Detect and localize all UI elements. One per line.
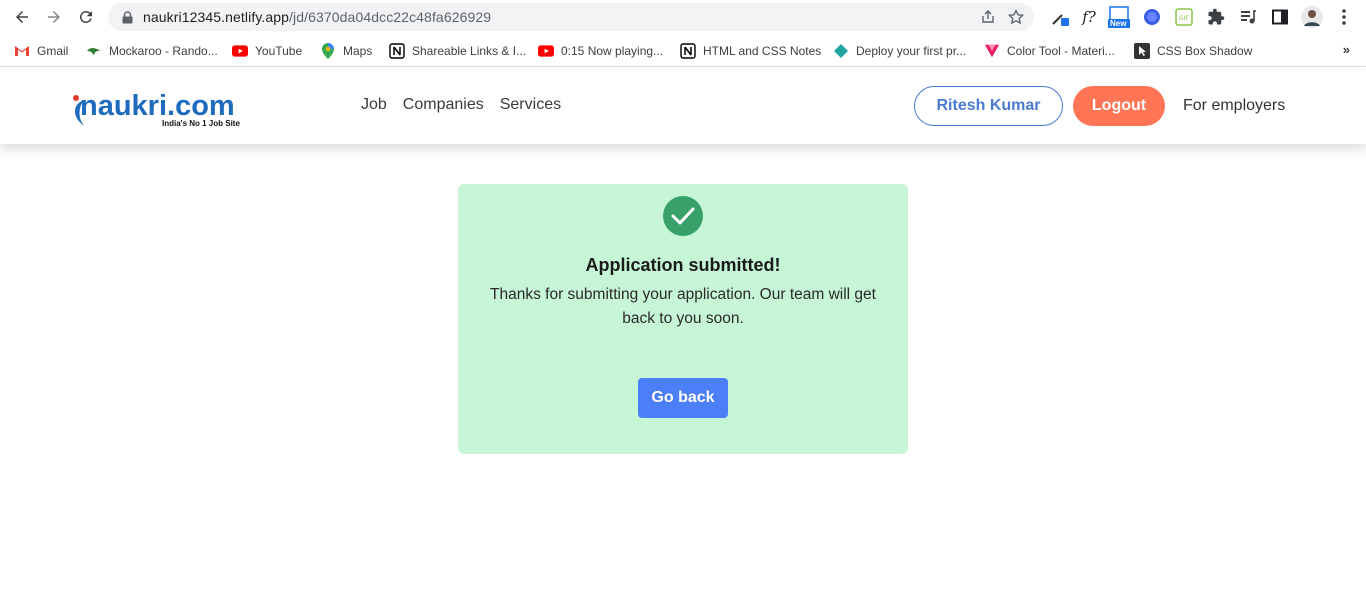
- browser-toolbar: naukri12345.netlify.app/jd/6370da04dcc22…: [0, 0, 1366, 34]
- success-message: Thanks for submitting your application. …: [490, 286, 876, 327]
- user-profile-button[interactable]: Ritesh Kumar: [914, 86, 1063, 126]
- main-nav: Job Companies Services: [361, 96, 561, 114]
- naukri-logo[interactable]: naukri.com India's No 1 Job Site: [70, 90, 260, 132]
- bookmark-gmail[interactable]: Gmail: [14, 42, 68, 60]
- address-bar[interactable]: naukri12345.netlify.app/jd/6370da04dcc22…: [108, 3, 1034, 31]
- url-text: naukri12345.netlify.app/jd/6370da04dcc22…: [143, 9, 491, 25]
- blue-circle-extension-icon[interactable]: [1140, 5, 1164, 29]
- share-icon[interactable]: [978, 7, 998, 27]
- bookmark-color-tool[interactable]: Color Tool - Materi...: [984, 42, 1115, 60]
- bookmark-deploy[interactable]: Deploy your first pr...: [833, 42, 966, 60]
- check-circle-icon: [663, 196, 703, 236]
- success-title: Application submitted!: [585, 255, 781, 275]
- forward-arrow-icon[interactable]: [42, 5, 66, 29]
- new-badge: New: [1110, 19, 1127, 28]
- nav-job[interactable]: Job: [361, 96, 387, 114]
- bookmark-maps[interactable]: Maps: [320, 42, 372, 60]
- for-employers-link[interactable]: For employers: [1183, 97, 1285, 115]
- bookmarks-overflow-button[interactable]: »: [1343, 42, 1350, 57]
- svg-text:GIF: GIF: [1179, 15, 1189, 22]
- bookmarks-bar: Gmail Mockaroo - Rando... YouTube Maps S…: [0, 34, 1366, 67]
- youtube-icon: [538, 43, 554, 59]
- media-queue-icon[interactable]: [1236, 5, 1260, 29]
- material-icon: [984, 43, 1000, 59]
- side-panel-icon[interactable]: [1268, 5, 1292, 29]
- cursor-icon: [1134, 43, 1150, 59]
- color-picker-extension-icon[interactable]: [1048, 5, 1072, 29]
- bookmark-star-icon[interactable]: [1006, 7, 1026, 27]
- bookmark-youtube[interactable]: YouTube: [232, 42, 302, 60]
- url-path: /jd/6370da04dcc22c48fa626929: [289, 9, 492, 25]
- maps-icon: [320, 43, 336, 59]
- logo-tagline: India's No 1 Job Site: [162, 119, 240, 128]
- gmail-icon: [14, 43, 30, 59]
- gif-extension-icon[interactable]: GIF: [1172, 5, 1196, 29]
- url-host: naukri12345.netlify.app: [143, 9, 290, 25]
- nav-services[interactable]: Services: [500, 96, 561, 114]
- notion-icon: [389, 43, 405, 59]
- bookmark-shareable-links[interactable]: Shareable Links & I...: [389, 42, 526, 60]
- mockaroo-icon: [86, 43, 102, 59]
- notion-icon: [680, 43, 696, 59]
- reload-icon[interactable]: [74, 5, 98, 29]
- nav-companies[interactable]: Companies: [403, 96, 484, 114]
- site-navbar: naukri.com India's No 1 Job Site Job Com…: [0, 68, 1366, 144]
- bookmark-mockaroo[interactable]: Mockaroo - Rando...: [86, 42, 218, 60]
- font-finder-extension-icon[interactable]: f?: [1077, 5, 1101, 29]
- bookmark-now-playing[interactable]: 0:15 Now playing...: [538, 42, 663, 60]
- logout-button[interactable]: Logout: [1073, 86, 1165, 126]
- profile-avatar-icon[interactable]: [1300, 5, 1324, 29]
- bookmark-html-css-notes[interactable]: HTML and CSS Notes: [680, 42, 821, 60]
- lock-icon: [120, 10, 134, 24]
- puzzle-extensions-icon[interactable]: [1204, 5, 1228, 29]
- kebab-menu-icon[interactable]: [1332, 5, 1356, 29]
- go-back-button[interactable]: Go back: [638, 378, 728, 418]
- diamond-icon: [833, 43, 849, 59]
- new-extension-icon[interactable]: New: [1107, 5, 1131, 29]
- youtube-icon: [232, 43, 248, 59]
- back-arrow-icon[interactable]: [10, 5, 34, 29]
- success-card: Application submitted! Thanks for submit…: [458, 184, 908, 454]
- bookmark-css-box-shadow[interactable]: CSS Box Shadow: [1134, 42, 1252, 60]
